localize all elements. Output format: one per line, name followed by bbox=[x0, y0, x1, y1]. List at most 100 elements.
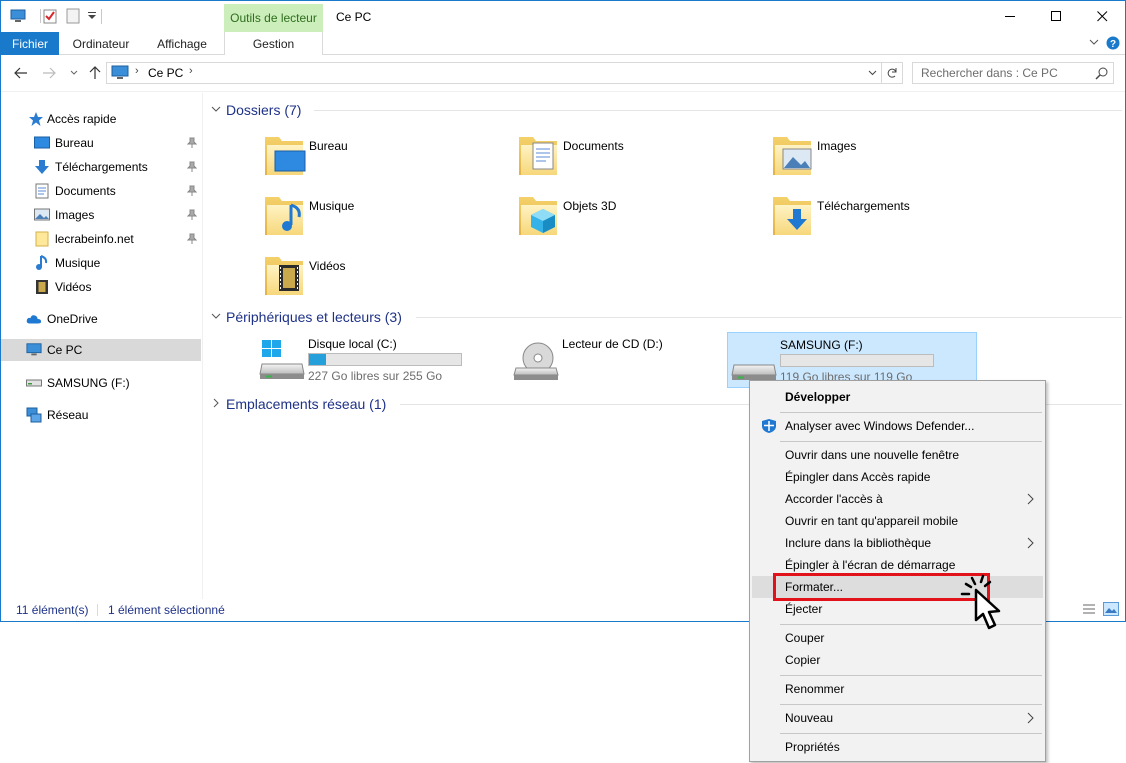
folder-tile-documents[interactable]: Documents bbox=[517, 131, 757, 187]
tab-manage[interactable]: Gestion bbox=[224, 32, 323, 55]
address-dropdown-icon[interactable] bbox=[863, 63, 881, 83]
drive-tile-d[interactable]: Lecteur de CD (D:) bbox=[510, 332, 760, 388]
status-divider bbox=[97, 604, 98, 616]
group-devices[interactable]: Périphériques et lecteurs (3) bbox=[204, 307, 1125, 327]
menu-separator bbox=[780, 675, 1042, 676]
customize-dropdown-icon[interactable] bbox=[83, 7, 101, 25]
nav-item-telechargements[interactable]: Téléchargements bbox=[1, 156, 201, 178]
menu-item-scan-defender[interactable]: Analyser avec Windows Defender... bbox=[752, 415, 1043, 437]
nav-network[interactable]: Réseau bbox=[1, 404, 201, 426]
menu-item-open-new-window[interactable]: Ouvrir dans une nouvelle fenêtre bbox=[752, 444, 1043, 466]
menu-item-open-as-portable[interactable]: Ouvrir en tant qu'appareil mobile bbox=[752, 510, 1043, 532]
network-icon bbox=[26, 407, 42, 423]
pin-icon[interactable] bbox=[186, 137, 198, 149]
ribbon-tabs: Fichier Ordinateur Affichage Gestion ? bbox=[1, 32, 1125, 55]
address-bar[interactable]: › Ce PC › bbox=[106, 62, 882, 84]
expand-ribbon-icon[interactable] bbox=[1088, 36, 1100, 51]
search-input[interactable] bbox=[913, 63, 1093, 83]
menu-item-pin-quick-access[interactable]: Épingler dans Accès rapide bbox=[752, 466, 1043, 488]
tab-view[interactable]: Affichage bbox=[146, 32, 218, 55]
refresh-button[interactable] bbox=[882, 62, 903, 84]
nav-quick-access-label: Accès rapide bbox=[47, 112, 117, 126]
menu-item-new[interactable]: Nouveau bbox=[752, 707, 1043, 729]
menu-item-rename[interactable]: Renommer bbox=[752, 678, 1043, 700]
nav-usb-drive[interactable]: SAMSUNG (F:) bbox=[1, 372, 201, 394]
this-pc-icon bbox=[111, 65, 129, 84]
nav-item-images[interactable]: Images bbox=[1, 204, 201, 226]
pin-icon[interactable] bbox=[186, 209, 198, 221]
nav-item-musique[interactable]: Musique bbox=[1, 252, 201, 274]
menu-item-label: Développer bbox=[785, 390, 851, 404]
folder-tile-videos[interactable]: Vidéos bbox=[263, 251, 503, 307]
folder-label: Vidéos bbox=[309, 259, 346, 273]
menu-item-expand[interactable]: Développer bbox=[752, 386, 1043, 408]
nav-this-pc[interactable]: Ce PC bbox=[1, 339, 201, 361]
minimize-button[interactable] bbox=[987, 1, 1033, 32]
toolbar-divider bbox=[101, 9, 102, 24]
folder-label: Musique bbox=[309, 199, 355, 213]
menu-item-give-access[interactable]: Accorder l'accès à bbox=[752, 488, 1043, 510]
large-icons-view-icon[interactable] bbox=[1103, 602, 1119, 619]
pin-icon[interactable] bbox=[186, 233, 198, 245]
tab-file[interactable]: Fichier bbox=[1, 32, 59, 55]
help-icon[interactable]: ? bbox=[1106, 36, 1120, 53]
properties-icon[interactable] bbox=[41, 7, 59, 25]
up-button[interactable] bbox=[86, 64, 104, 82]
maximize-button[interactable] bbox=[1033, 1, 1079, 32]
chevron-down-icon[interactable] bbox=[210, 310, 222, 322]
nav-item-documents[interactable]: Documents bbox=[1, 180, 201, 202]
pin-icon[interactable] bbox=[186, 161, 198, 173]
menu-item-label: Ouvrir dans une nouvelle fenêtre bbox=[785, 448, 960, 462]
search-icon[interactable] bbox=[1095, 66, 1109, 80]
breadcrumb-this-pc[interactable]: Ce PC bbox=[148, 66, 183, 80]
nav-onedrive-label: OneDrive bbox=[47, 312, 98, 326]
forward-button[interactable] bbox=[40, 64, 58, 82]
click-cursor-icon bbox=[960, 574, 1001, 630]
new-folder-icon[interactable] bbox=[64, 7, 82, 25]
chevron-down-icon[interactable] bbox=[210, 103, 222, 115]
nav-item-label: Documents bbox=[55, 184, 116, 198]
item-count: 11 élément(s) bbox=[16, 603, 89, 617]
close-button[interactable] bbox=[1079, 1, 1125, 32]
search-box[interactable] bbox=[912, 62, 1114, 84]
folder-tile-objets-3d[interactable]: Objets 3D bbox=[517, 191, 757, 247]
pin-icon[interactable] bbox=[186, 185, 198, 197]
tab-computer[interactable]: Ordinateur bbox=[63, 32, 139, 55]
nav-item-lecrabeinfo[interactable]: lecrabeinfo.net bbox=[1, 228, 201, 250]
folder-tile-musique[interactable]: Musique bbox=[263, 191, 503, 247]
folder-tile-telechargements[interactable]: Téléchargements bbox=[771, 191, 1011, 247]
drive-tools-header: Outils de lecteur bbox=[224, 4, 323, 32]
picture-icon bbox=[34, 207, 50, 223]
nav-onedrive[interactable]: OneDrive bbox=[1, 308, 201, 330]
drive-label: SAMSUNG (F:) bbox=[780, 338, 863, 352]
picture-folder-icon bbox=[773, 137, 812, 175]
folder-tile-bureau[interactable]: Bureau bbox=[263, 131, 503, 187]
menu-item-copy[interactable]: Copier bbox=[752, 649, 1043, 671]
chevron-right-icon[interactable] bbox=[210, 397, 222, 409]
document-folder-icon bbox=[519, 137, 557, 175]
cube-folder-icon bbox=[519, 197, 557, 235]
folder-tile-images[interactable]: Images bbox=[771, 131, 1011, 187]
menu-separator bbox=[780, 733, 1042, 734]
nav-item-videos[interactable]: Vidéos bbox=[1, 276, 201, 298]
breadcrumb-chevron-icon: › bbox=[135, 65, 139, 77]
nav-item-bureau[interactable]: Bureau bbox=[1, 132, 201, 154]
nav-quick-access[interactable]: Accès rapide bbox=[1, 108, 201, 130]
computer-icon[interactable] bbox=[9, 7, 27, 25]
back-button[interactable] bbox=[12, 64, 30, 82]
breadcrumb-chevron-icon[interactable]: › bbox=[189, 65, 193, 77]
navigation-pane: Accès rapide Bureau Téléchargements Docu… bbox=[1, 93, 203, 599]
menu-item-include-library[interactable]: Inclure dans la bibliothèque bbox=[752, 532, 1043, 554]
menu-item-label: Inclure dans la bibliothèque bbox=[785, 536, 932, 550]
menu-item-label: Éjecter bbox=[785, 602, 823, 616]
group-folders[interactable]: Dossiers (7) bbox=[204, 100, 1125, 120]
menu-item-properties[interactable]: Propriétés bbox=[752, 736, 1043, 758]
folder-label: Bureau bbox=[309, 139, 348, 153]
menu-item-label: Accorder l'accès à bbox=[785, 492, 883, 506]
document-icon bbox=[34, 183, 50, 199]
menu-item-label: Ouvrir en tant qu'appareil mobile bbox=[785, 514, 959, 528]
recent-locations-icon[interactable] bbox=[65, 64, 83, 82]
details-view-icon[interactable] bbox=[1082, 602, 1096, 619]
this-pc-icon bbox=[26, 342, 42, 358]
drive-tile-c[interactable]: Disque local (C:) 227 Go libres sur 255 … bbox=[256, 332, 506, 388]
